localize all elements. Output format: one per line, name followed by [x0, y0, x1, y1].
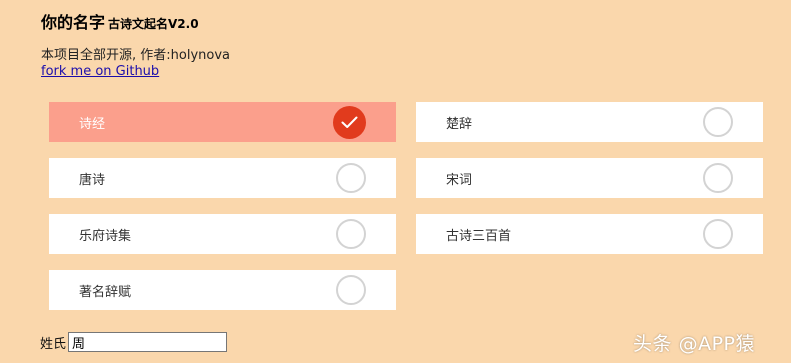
credits-text: 本项目全部开源, 作者:holynova	[41, 48, 230, 63]
empty-circle-icon[interactable]	[703, 163, 733, 193]
github-link[interactable]: fork me on Github	[41, 64, 159, 80]
option-shijing[interactable]: 诗经	[49, 102, 396, 142]
option-chuci[interactable]: 楚辞	[416, 102, 763, 142]
option-label: 宋词	[446, 172, 473, 188]
empty-circle-icon[interactable]	[703, 219, 733, 249]
option-label: 楚辞	[446, 116, 473, 132]
option-yuefu[interactable]: 乐府诗集	[49, 214, 396, 254]
book-options: 诗经 楚辞 唐诗 宋词 乐府诗集 古诗三百首 著名辞赋	[49, 102, 763, 310]
header: 你的名字 古诗文起名V2.0	[41, 12, 199, 35]
option-tangshi[interactable]: 唐诗	[49, 158, 396, 198]
app-subtitle: 古诗文起名V2.0	[108, 17, 199, 31]
option-label: 著名辞赋	[79, 284, 132, 300]
empty-circle-icon[interactable]	[336, 163, 366, 193]
option-gushi300[interactable]: 古诗三百首	[416, 214, 763, 254]
empty-circle-icon[interactable]	[703, 107, 733, 137]
app-title: 你的名字	[41, 13, 106, 32]
option-label: 诗经	[79, 116, 106, 132]
option-label: 古诗三百首	[446, 228, 512, 244]
option-label: 乐府诗集	[79, 228, 132, 244]
empty-circle-icon[interactable]	[336, 219, 366, 249]
credits: 本项目全部开源, 作者:holynova fork me on Github	[41, 48, 230, 80]
surname-input[interactable]	[68, 332, 228, 352]
surname-row: 姓氏	[40, 332, 228, 352]
page-title: 你的名字 古诗文起名V2.0	[41, 12, 199, 35]
option-cifu[interactable]: 著名辞赋	[49, 270, 396, 310]
empty-circle-icon[interactable]	[336, 275, 366, 305]
surname-label: 姓氏	[40, 336, 67, 352]
option-label: 唐诗	[79, 172, 106, 188]
watermark: 头条 @APP猿	[633, 333, 755, 355]
option-songci[interactable]: 宋词	[416, 158, 763, 198]
checkmark-circle-icon[interactable]	[333, 105, 366, 139]
